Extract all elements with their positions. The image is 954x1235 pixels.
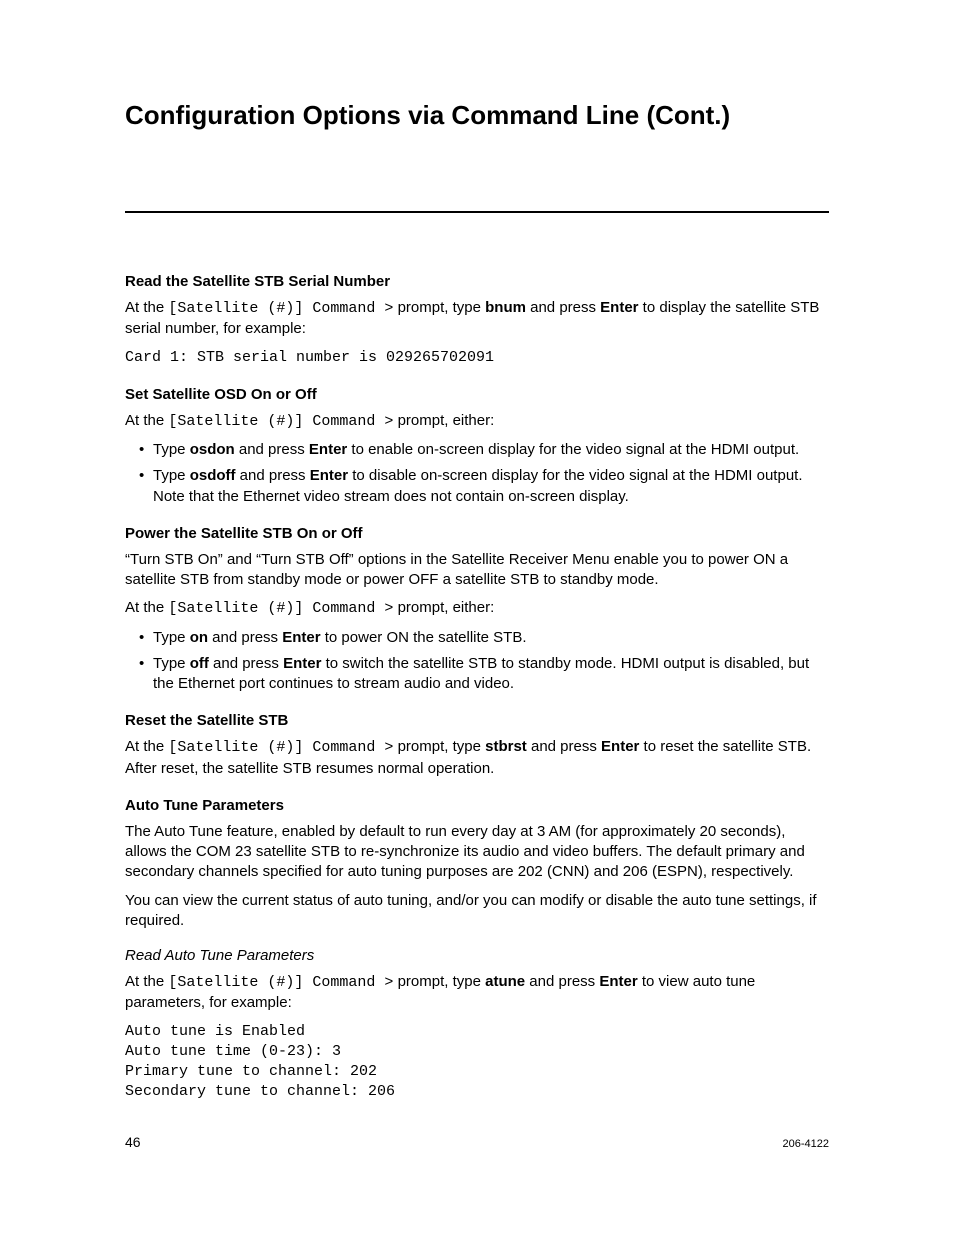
text: prompt, either:	[393, 412, 494, 429]
section-reset: Reset the Satellite STB At the [Satellit…	[125, 712, 829, 779]
text: to power ON the satellite STB.	[321, 629, 527, 646]
text: At the	[125, 412, 168, 429]
page-title: Configuration Options via Command Line (…	[125, 100, 829, 131]
section-atune: Auto Tune Parameters The Auto Tune featu…	[125, 797, 829, 1103]
key-enter: Enter	[600, 299, 638, 316]
key-enter: Enter	[282, 629, 320, 646]
cmd-osdoff: osdoff	[190, 467, 236, 484]
heading-atune: Auto Tune Parameters	[125, 797, 829, 814]
text: and press	[235, 441, 309, 458]
text: and press	[209, 655, 283, 672]
text: to enable on-screen display for the vide…	[347, 441, 799, 458]
title-rule	[125, 211, 829, 213]
heading-power: Power the Satellite STB On or Off	[125, 525, 829, 542]
cmd-osdon: osdon	[190, 441, 235, 458]
para-atune-intro1: The Auto Tune feature, enabled by defaul…	[125, 822, 829, 883]
para-osd-intro: At the [Satellite (#)] Command > prompt,…	[125, 411, 829, 432]
section-power: Power the Satellite STB On or Off “Turn …	[125, 525, 829, 695]
prompt-text: [Satellite (#)] Command >	[168, 974, 393, 991]
prompt-text: [Satellite (#)] Command >	[168, 413, 393, 430]
prompt-text: [Satellite (#)] Command >	[168, 600, 393, 617]
para-bnum: At the [Satellite (#)] Command > prompt,…	[125, 298, 829, 340]
section-osd: Set Satellite OSD On or Off At the [Sate…	[125, 386, 829, 507]
list-item: Type on and press Enter to power ON the …	[139, 628, 829, 648]
text: At the	[125, 299, 168, 316]
key-enter: Enter	[601, 738, 639, 755]
text: At the	[125, 599, 168, 616]
text: At the	[125, 973, 168, 990]
key-enter: Enter	[283, 655, 321, 672]
cmd-atune: atune	[485, 973, 525, 990]
output-atune: Auto tune is Enabled Auto tune time (0-2…	[125, 1022, 829, 1103]
text: and press	[526, 299, 600, 316]
page-body: Configuration Options via Command Line (…	[0, 0, 954, 1103]
text: and press	[525, 973, 599, 990]
cmd-on: on	[190, 629, 208, 646]
prompt-text: [Satellite (#)] Command >	[168, 300, 393, 317]
text: prompt, either:	[393, 599, 494, 616]
page-number: 46	[125, 1134, 141, 1150]
key-enter: Enter	[309, 441, 347, 458]
section-bnum: Read the Satellite STB Serial Number At …	[125, 273, 829, 368]
text: prompt, type	[393, 738, 485, 755]
key-enter: Enter	[310, 467, 348, 484]
text: and press	[236, 467, 310, 484]
output-bnum: Card 1: STB serial number is 02926570209…	[125, 348, 829, 368]
text: and press	[527, 738, 601, 755]
page-footer: 46 206-4122	[125, 1134, 829, 1150]
doc-number: 206-4122	[783, 1138, 830, 1150]
text: prompt, type	[393, 299, 485, 316]
heading-bnum: Read the Satellite STB Serial Number	[125, 273, 829, 290]
list-item: Type osdon and press Enter to enable on-…	[139, 440, 829, 460]
para-power-prompt: At the [Satellite (#)] Command > prompt,…	[125, 598, 829, 619]
text: and press	[208, 629, 282, 646]
text: Type	[153, 655, 190, 672]
text: At the	[125, 738, 168, 755]
heading-osd: Set Satellite OSD On or Off	[125, 386, 829, 403]
key-enter: Enter	[599, 973, 637, 990]
para-power-intro: “Turn STB On” and “Turn STB Off” options…	[125, 550, 829, 591]
text: Type	[153, 629, 190, 646]
para-atune-read: At the [Satellite (#)] Command > prompt,…	[125, 972, 829, 1014]
subheading-atune: Read Auto Tune Parameters	[125, 947, 829, 964]
cmd-off: off	[190, 655, 209, 672]
list-item: Type osdoff and press Enter to disable o…	[139, 466, 829, 507]
text: Type	[153, 467, 190, 484]
prompt-text: [Satellite (#)] Command >	[168, 739, 393, 756]
para-atune-intro2: You can view the current status of auto …	[125, 891, 829, 932]
cmd-bnum: bnum	[485, 299, 526, 316]
list-osd: Type osdon and press Enter to enable on-…	[125, 440, 829, 507]
cmd-stbrst: stbrst	[485, 738, 527, 755]
text: Type	[153, 441, 190, 458]
list-power: Type on and press Enter to power ON the …	[125, 628, 829, 695]
para-reset: At the [Satellite (#)] Command > prompt,…	[125, 737, 829, 779]
list-item: Type off and press Enter to switch the s…	[139, 654, 829, 695]
text: prompt, type	[393, 973, 485, 990]
heading-reset: Reset the Satellite STB	[125, 712, 829, 729]
